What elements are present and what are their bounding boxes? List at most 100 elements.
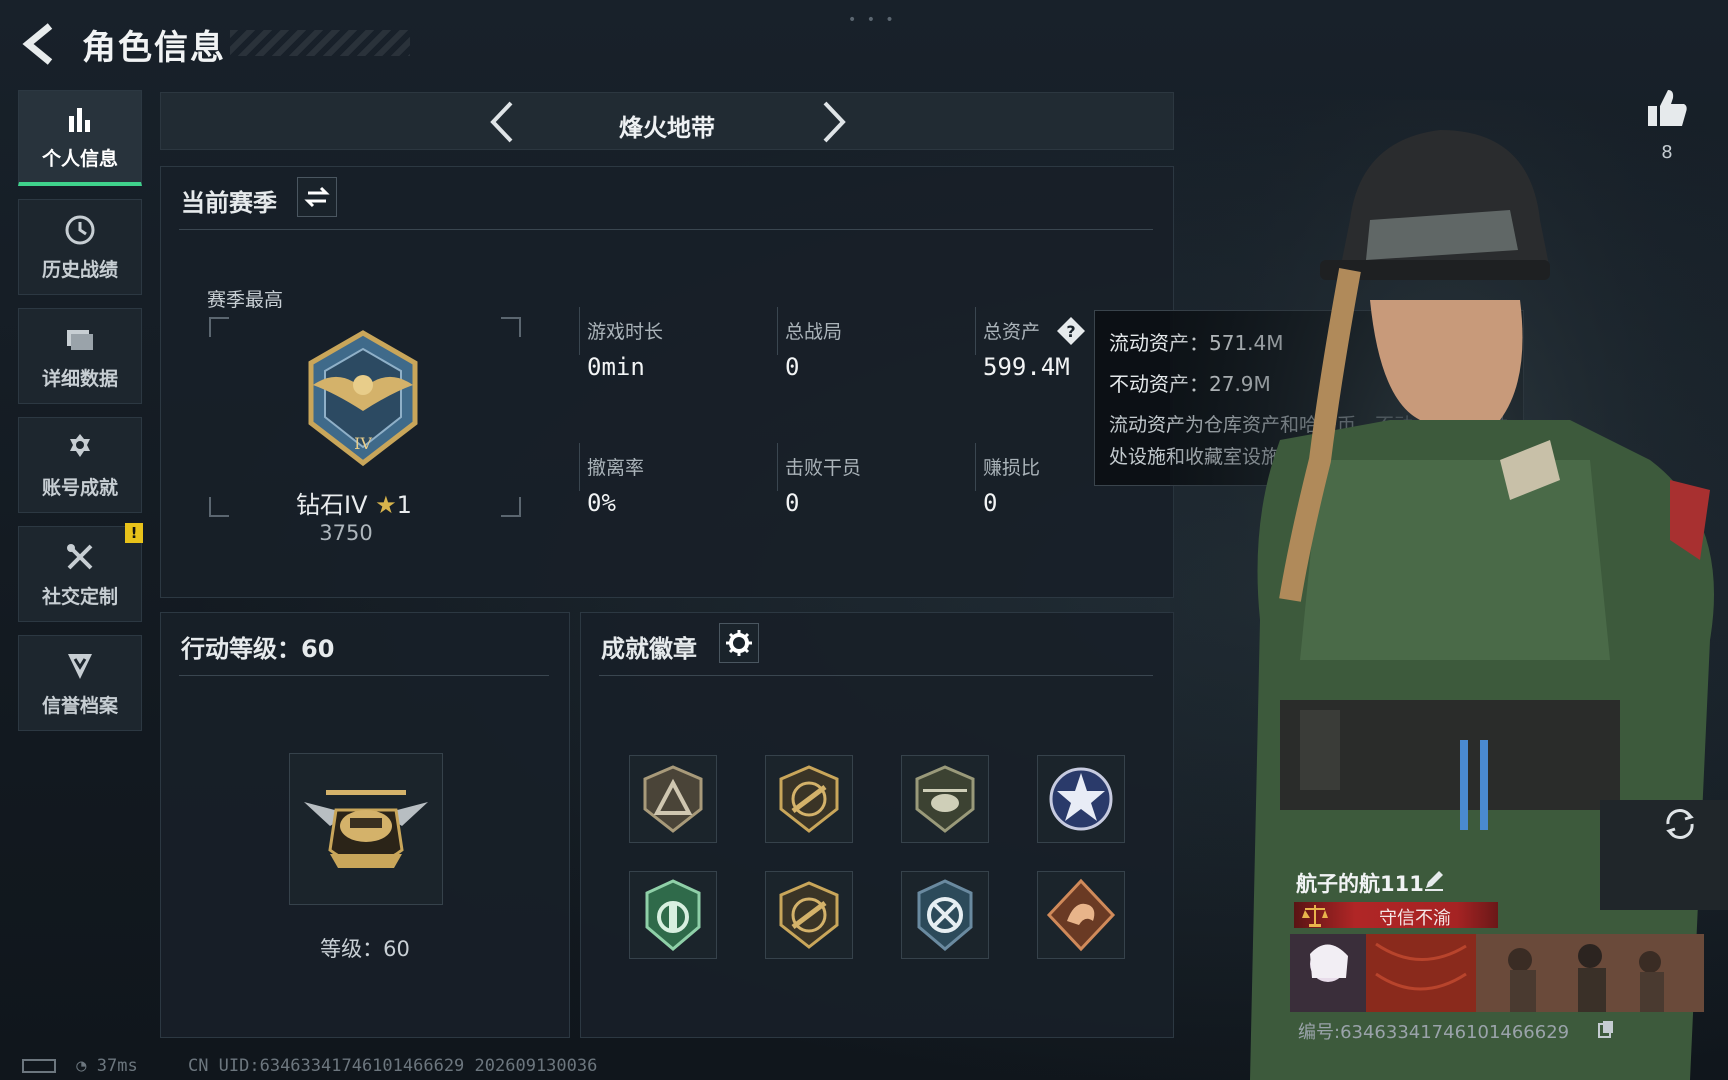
- diamond-rank-emblem: IV: [308, 330, 418, 467]
- sidebar-item-social[interactable]: ! 社交定制: [18, 523, 143, 622]
- sidebar-item-credit[interactable]: 信誉档案: [18, 635, 142, 731]
- sidebar-item-label: 个人信息: [41, 148, 118, 170]
- star-icon: ★: [375, 491, 397, 519]
- shield-down-icon: [68, 653, 92, 679]
- help-icon[interactable]: ?: [1055, 315, 1087, 347]
- helicopter-badge[interactable]: [901, 755, 989, 843]
- rotate-view-icon[interactable]: [1656, 800, 1704, 848]
- card-banner-image: [1290, 934, 1704, 1012]
- rank-name: 钻石IV ★1: [296, 485, 412, 520]
- svg-text:?: ?: [1066, 322, 1075, 341]
- stat-value: 0%: [587, 489, 616, 517]
- stat-label: 游戏时长: [587, 321, 664, 343]
- scales-icon: [1302, 905, 1328, 927]
- divider: [179, 229, 1153, 230]
- rifle-shield-badge[interactable]: [765, 755, 853, 843]
- season-best-label: 赛季最高: [207, 289, 284, 311]
- bar-chart-icon: [69, 108, 90, 132]
- stat-label: 击败干员: [785, 457, 862, 479]
- tools-icon: [67, 543, 93, 569]
- rank-name-text: 钻石IV: [296, 491, 368, 519]
- sidebar-item-label: 信誉档案: [41, 694, 118, 717]
- back-arrow-icon[interactable]: [20, 22, 60, 66]
- gear-icon: [726, 630, 752, 656]
- star-globe-badge-icon: [1049, 767, 1113, 831]
- rank-stars: 1: [396, 491, 412, 519]
- divider: [777, 307, 778, 355]
- rifle-shield-badge-icon: [779, 765, 839, 833]
- thumbs-up-icon[interactable]: [1644, 86, 1690, 132]
- switch-icon: [304, 186, 330, 208]
- wifi-icon: ◔: [76, 1056, 87, 1076]
- divider: [975, 443, 976, 491]
- edit-pencil-icon[interactable]: [1422, 868, 1446, 892]
- alert-badge: !: [125, 523, 143, 543]
- sidebar-item-history[interactable]: 历史战绩: [18, 199, 142, 295]
- achievement-badges-panel: 成就徽章: [580, 612, 1174, 1038]
- player-name: 航子的航111: [1296, 872, 1424, 896]
- stat-value: 0: [785, 353, 800, 381]
- stat-label: 赚损比: [983, 457, 1041, 479]
- sidebar-item-label: 详细数据: [41, 367, 118, 390]
- divider: [179, 675, 549, 676]
- sidebar-item-detailed-data[interactable]: 详细数据: [18, 308, 142, 404]
- battery-icon: [22, 1059, 56, 1073]
- season-title: 当前赛季: [181, 189, 277, 217]
- sidebar-item-personal-info[interactable]: 个人信息: [18, 90, 142, 186]
- badge-settings-button[interactable]: [719, 623, 759, 663]
- stat-value: 0min: [587, 353, 645, 381]
- honor-title: 守信不渝: [1379, 908, 1451, 929]
- season-panel: 当前赛季 赛季最高 IV 钻石IV ★1 3750 游戏时长 0min 总战局 …: [160, 166, 1174, 598]
- stat-value: 0: [983, 489, 998, 517]
- switch-season-button[interactable]: [297, 177, 337, 217]
- stat-label: 撤离率: [587, 457, 645, 479]
- badges-title: 成就徽章: [601, 635, 697, 663]
- star-globe-badge[interactable]: [1037, 755, 1125, 843]
- helicopter-level-emblem: [304, 790, 428, 868]
- like-count: 8: [1661, 142, 1673, 163]
- divider: [579, 443, 580, 491]
- sidebar: 个人信息 历史战绩 详细数据 账号成就 ! 社交定制 信誉档案: [18, 90, 144, 744]
- level-text: 等级：60: [320, 937, 410, 961]
- svg-text:IV: IV: [354, 434, 372, 453]
- dragon-badge[interactable]: [1037, 871, 1125, 959]
- stat-value: 599.4M: [983, 353, 1070, 381]
- green-emblem-badge-icon: [645, 879, 701, 951]
- divider: [599, 675, 1153, 676]
- triangle-shield-badge-icon: [643, 765, 703, 833]
- sidebar-item-achievements[interactable]: 账号成就: [18, 417, 142, 513]
- character-illustration: [1170, 100, 1728, 1080]
- status-footer: ◔ 37ms CN UID:634633417461014666​29 2026…: [22, 1056, 597, 1076]
- clock-icon: [65, 215, 95, 244]
- divider: [579, 307, 580, 355]
- stat-label: 总战局: [785, 321, 843, 343]
- rank-points: 3750: [319, 521, 373, 545]
- page-title: 角色信息: [82, 28, 226, 68]
- title-decoration: [230, 30, 410, 56]
- more-dots-icon[interactable]: • • •: [848, 12, 897, 28]
- ping-value: 37ms: [96, 1056, 138, 1076]
- action-level-title: 行动等级：60: [181, 635, 335, 663]
- next-mode-arrow-icon[interactable]: [813, 99, 853, 145]
- level-emblem-frame: [289, 753, 443, 905]
- triangle-shield-badge[interactable]: [629, 755, 717, 843]
- character-model[interactable]: [1170, 100, 1728, 1080]
- green-emblem-badge[interactable]: [629, 871, 717, 959]
- mode-title: 烽火地带: [619, 114, 715, 142]
- arrows-globe-badge-icon: [917, 879, 973, 951]
- divider: [975, 307, 976, 355]
- arrows-globe-badge[interactable]: [901, 871, 989, 959]
- sidebar-item-label: 历史战绩: [41, 258, 118, 281]
- rifle-shield-badge-2[interactable]: [765, 871, 853, 959]
- rifle-shield-badge-2-icon: [779, 881, 839, 949]
- stat-value: 0: [785, 489, 800, 517]
- action-level-panel: 行动等级：60 等级：60: [160, 612, 570, 1038]
- dragon-badge-icon: [1046, 878, 1116, 952]
- copy-icon[interactable]: [1598, 1020, 1614, 1038]
- player-uid: 编号:634633417461014666​29: [1298, 1022, 1570, 1043]
- helicopter-badge-icon: [915, 765, 975, 833]
- folder-icon: [67, 329, 93, 350]
- stat-label: 总资产: [983, 321, 1041, 343]
- player-card-banner[interactable]: [1290, 934, 1704, 1012]
- divider: [777, 443, 778, 491]
